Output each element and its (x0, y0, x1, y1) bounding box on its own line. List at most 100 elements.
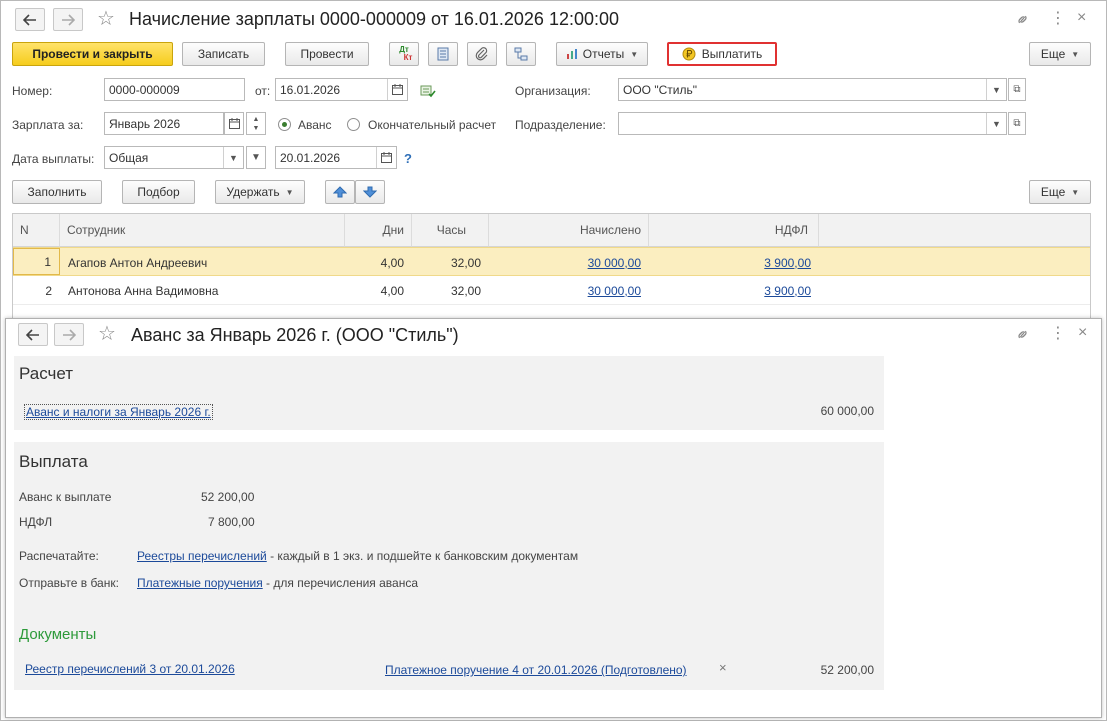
calculation-panel: Расчет Аванс и налоги за Январь 2026 г. … (14, 356, 884, 430)
withhold-button[interactable]: Удержать ▼ (215, 180, 305, 204)
more-menu-icon[interactable]: ⋮ (1050, 11, 1066, 27)
close-icon[interactable]: × (1078, 325, 1087, 341)
payment-order-document[interactable]: Платежное поручение 4 от 20.01.2026 (Под… (385, 663, 687, 677)
calculation-link[interactable]: Аванс и налоги за Январь 2026 г. (26, 405, 211, 419)
send-label: Отправьте в банк: (19, 576, 119, 590)
stepper-up-icon[interactable]: ▲ (253, 115, 260, 124)
dropdown-icon[interactable]: ▼ (986, 113, 1006, 134)
fill-button[interactable]: Заполнить (12, 180, 102, 204)
move-up-button[interactable] (325, 180, 355, 204)
arrow-left-icon (23, 13, 36, 26)
favorite-star-icon[interactable]: ☆ (98, 324, 116, 344)
column-header-ndfl[interactable]: НДФЛ (649, 214, 819, 247)
ndfl-value[interactable]: 3 900,00 (764, 284, 811, 298)
dropdown-caret-icon: ▼ (630, 49, 639, 59)
calendar-icon[interactable] (387, 79, 407, 100)
days-value[interactable]: 4,00 (345, 276, 412, 305)
column-header-days[interactable]: Дни (345, 214, 412, 247)
column-header-employee[interactable]: Сотрудник (60, 214, 345, 247)
reports-label: Отчеты (582, 47, 625, 61)
column-header-hours[interactable]: Часы (412, 214, 489, 247)
advance-radio[interactable] (278, 118, 291, 131)
final-radio-label[interactable]: Окончательный расчет (368, 118, 496, 132)
back-button[interactable] (15, 8, 45, 31)
post-button[interactable]: Провести (285, 42, 369, 66)
period-stepper[interactable]: ▲ ▼ (246, 112, 266, 135)
department-field[interactable]: ▼ (618, 112, 1007, 135)
remove-icon[interactable]: × (719, 660, 727, 675)
more-button[interactable]: Еще ▼ (1029, 42, 1091, 66)
payment-order-link[interactable]: Платежное поручение 4 от 20.01.2026 (Под… (385, 663, 687, 677)
chart-icon (566, 49, 577, 59)
ndfl-value[interactable]: 3 900,00 (764, 256, 811, 270)
table-row[interactable]: 1 Агапов Антон Андреевич 4,00 32,00 30 0… (13, 247, 1090, 276)
table-more-button[interactable]: Еще ▼ (1029, 180, 1091, 204)
dropdown-icon[interactable]: ▼ (223, 147, 243, 168)
stepper-down-icon[interactable]: ▼ (253, 124, 260, 133)
date-field[interactable]: 16.01.2026 (275, 78, 408, 101)
post-and-close-button[interactable]: Провести и закрыть (12, 42, 173, 66)
registries-link[interactable]: Реестры перечислений (137, 549, 267, 563)
dropdown-icon[interactable]: ▼ (986, 79, 1006, 100)
close-icon[interactable]: × (1077, 10, 1086, 26)
calendar-icon[interactable] (376, 147, 396, 168)
number-field[interactable]: 0000-000009 (104, 78, 245, 101)
move-down-button[interactable] (355, 180, 385, 204)
registry-link[interactable]: Реестр перечислений 3 от 20.01.2026 (25, 662, 235, 676)
link-icon[interactable] (1015, 12, 1030, 29)
hours-value[interactable]: 32,00 (412, 276, 489, 305)
employee-name[interactable]: Антонова Анна Вадимовна (60, 276, 345, 305)
documents-heading: Документы (19, 626, 97, 643)
more-menu-icon[interactable]: ⋮ (1050, 326, 1066, 342)
related-docs-button[interactable] (506, 42, 536, 66)
payment-orders-link[interactable]: Платежные поручения (137, 576, 263, 590)
accrued-link[interactable]: 30 000,00 (489, 248, 649, 277)
salary-for-label: Зарплата за: (12, 118, 84, 132)
ndfl-link[interactable]: 3 900,00 (649, 248, 819, 277)
help-icon[interactable]: ? (404, 151, 412, 166)
reports-button[interactable]: Отчеты ▼ (556, 42, 648, 66)
post-status-icon[interactable] (420, 84, 436, 101)
hours-value[interactable]: 32,00 (412, 248, 489, 277)
attach-button[interactable] (467, 42, 497, 66)
accrued-link[interactable]: 30 000,00 (489, 276, 649, 305)
advance-value: 52 200,00 (201, 490, 255, 504)
open-organization-icon[interactable]: ⧉ (1008, 78, 1026, 101)
dt-kt-button[interactable]: Дт Кт (389, 42, 419, 66)
write-button[interactable]: Записать (182, 42, 265, 66)
registry-document[interactable]: Реестр перечислений 3 от 20.01.2026 (25, 662, 235, 676)
open-department-icon[interactable]: ⧉ (1008, 112, 1026, 135)
back-button[interactable] (18, 323, 48, 346)
accrued-value[interactable]: 30 000,00 (588, 256, 641, 270)
ndfl-link[interactable]: 3 900,00 (649, 276, 819, 305)
link-icon[interactable] (1015, 327, 1030, 344)
pick-button[interactable]: Подбор (122, 180, 195, 204)
final-radio[interactable] (347, 118, 360, 131)
forward-button[interactable] (53, 8, 83, 31)
row-number[interactable]: 1 (13, 248, 60, 275)
pay-date-field[interactable]: 20.01.2026 (275, 146, 397, 169)
advance-radio-label[interactable]: Аванс (298, 118, 332, 132)
structure-button[interactable] (428, 42, 458, 66)
pay-type-select[interactable]: Общая ▼ (104, 146, 244, 169)
calendar-icon[interactable] (224, 112, 244, 135)
period-field[interactable]: Январь 2026 (104, 112, 224, 135)
column-header-accrued[interactable]: Начислено (489, 214, 649, 247)
favorite-star-icon[interactable]: ☆ (97, 9, 115, 29)
column-header-n[interactable]: N (13, 214, 60, 247)
pay-type-dropdown-icon[interactable]: ▼ (246, 146, 266, 169)
table-row[interactable]: 2 Антонова Анна Вадимовна 4,00 32,00 30 … (13, 276, 1090, 305)
calculation-link-wrap[interactable]: Аванс и налоги за Январь 2026 г. (24, 404, 213, 420)
withhold-label: Удержать (226, 185, 280, 199)
days-value[interactable]: 4,00 (345, 248, 412, 277)
organization-field[interactable]: ООО "Стиль" ▼ (618, 78, 1007, 101)
payout-heading: Выплата (19, 452, 88, 471)
pay-button[interactable]: Выплатить (667, 42, 777, 66)
forward-button[interactable] (54, 323, 84, 346)
employee-name[interactable]: Агапов Антон Андреевич (60, 248, 345, 277)
accrued-value[interactable]: 30 000,00 (588, 284, 641, 298)
documents-amount: 52 200,00 (820, 663, 874, 677)
row-number[interactable]: 2 (13, 276, 60, 305)
department-label: Подразделение: (515, 118, 606, 132)
arrow-right-icon (63, 328, 76, 341)
